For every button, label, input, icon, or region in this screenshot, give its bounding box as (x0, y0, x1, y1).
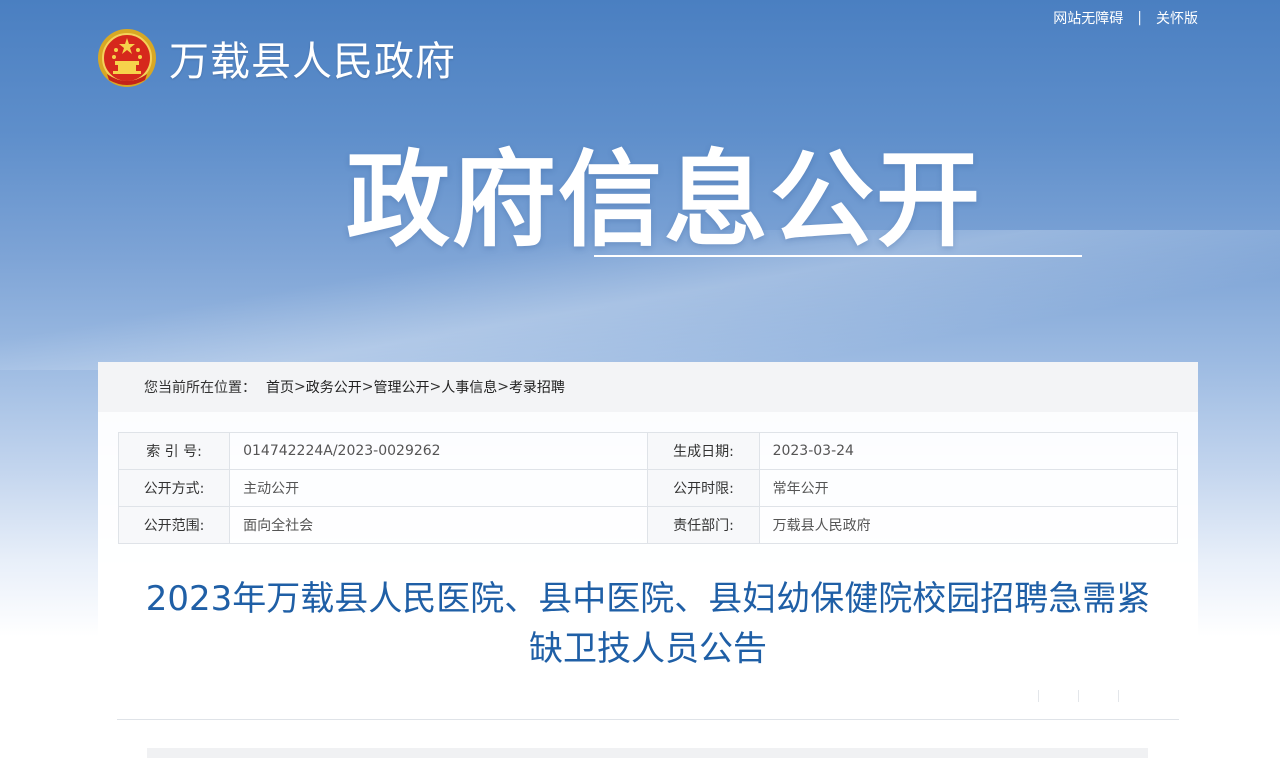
breadcrumb-separator: > (429, 379, 442, 395)
article-title-line-1: 2023年万载县人民医院、县中医院、县妇幼保健院校园招聘急需紧 (145, 579, 1151, 619)
meta-value-period: 常年公开 (758, 469, 1179, 507)
table-row: 公开范围: 面向全社会 责任部门: 万载县人民政府 (117, 506, 1179, 544)
breadcrumb-separator: > (497, 379, 509, 395)
breadcrumb: 您当前所在位置： 首页 > 政务公开 > 管理公开 > 人事信息 > 考录招聘 (98, 362, 1198, 412)
meta-key-method: 公开方式: (117, 469, 231, 507)
meta-value-date: 2023-03-24 (758, 432, 1179, 470)
banner-title: 政府信息公开 (346, 139, 983, 261)
document-meta-table: 索 引 号: 014742224A/2023-0029262 生成日期: 202… (117, 432, 1179, 544)
breadcrumb-government-affairs[interactable]: 政务公开 (306, 377, 362, 397)
article-title: 2023年万载县人民医院、县中医院、县妇幼保健院校园招聘急需紧 缺卫技人员公告 (118, 574, 1178, 674)
breadcrumb-separator: > (361, 379, 374, 395)
elderly-mode-link[interactable]: 关怀版 (1156, 8, 1198, 28)
accessibility-link[interactable]: 网站无障碍 (1053, 8, 1123, 28)
meta-key-scope: 公开范围: (117, 506, 231, 544)
site-logo[interactable]: 万载县人民政府 (97, 28, 456, 88)
meta-key-date: 生成日期: (647, 432, 760, 470)
tool-slot[interactable] (1078, 690, 1118, 702)
top-links: 网站无障碍 | 关怀版 (1053, 8, 1198, 28)
site-name: 万载县人民政府 (169, 39, 456, 85)
breadcrumb-separator: > (294, 379, 306, 395)
content-divider (117, 719, 1179, 720)
article-tools (1038, 690, 1158, 702)
table-row: 公开方式: 主动公开 公开时限: 常年公开 (117, 469, 1179, 507)
content-body-top (147, 748, 1148, 758)
breadcrumb-management[interactable]: 管理公开 (373, 377, 429, 397)
breadcrumb-home[interactable]: 首页 (266, 377, 294, 397)
meta-value-method: 主动公开 (229, 469, 649, 507)
table-row: 索 引 号: 014742224A/2023-0029262 生成日期: 202… (117, 432, 1179, 470)
content-panel: 您当前所在位置： 首页 > 政务公开 > 管理公开 > 人事信息 > 考录招聘 … (98, 362, 1198, 758)
meta-value-department: 万载县人民政府 (758, 506, 1179, 544)
tool-slot[interactable] (1038, 690, 1078, 702)
meta-value-scope: 面向全社会 (229, 506, 649, 544)
article-title-line-2: 缺卫技人员公告 (529, 629, 767, 669)
tool-slot[interactable] (1118, 690, 1158, 702)
meta-key-index: 索 引 号: (117, 432, 231, 470)
breadcrumb-recruitment[interactable]: 考录招聘 (509, 377, 565, 397)
breadcrumb-personnel[interactable]: 人事信息 (441, 377, 497, 397)
banner-underline (594, 255, 1082, 257)
meta-key-period: 公开时限: (647, 469, 760, 507)
meta-key-department: 责任部门: (647, 506, 760, 544)
top-links-separator: | (1137, 10, 1142, 26)
meta-value-index: 014742224A/2023-0029262 (229, 432, 649, 470)
national-emblem-icon (98, 29, 156, 87)
breadcrumb-prefix: 您当前所在位置： (144, 380, 256, 396)
